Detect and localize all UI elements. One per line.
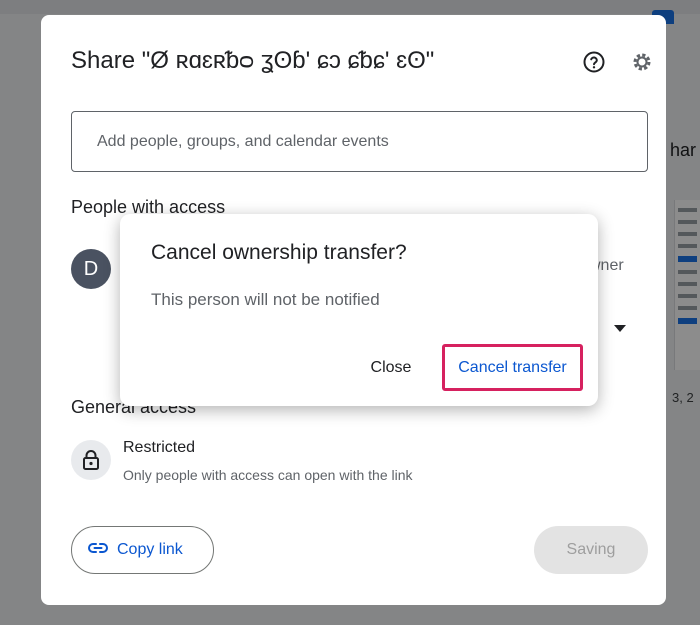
link-icon	[88, 541, 108, 559]
cancel-transfer-button[interactable]: Cancel transfer	[442, 344, 583, 391]
avatar: D	[71, 249, 111, 289]
help-icon[interactable]	[582, 50, 606, 74]
lock-icon	[71, 440, 111, 480]
modal-title: Cancel ownership transfer?	[151, 241, 407, 264]
access-level-label[interactable]: Restricted	[123, 439, 195, 457]
copy-link-label: Copy link	[117, 541, 183, 558]
cancel-transfer-modal: Cancel ownership transfer? This person w…	[120, 214, 598, 406]
saving-button: Saving	[534, 526, 648, 574]
close-button[interactable]: Close	[354, 350, 428, 386]
share-dialog-title: Share "Ø ʀɑɛʀᵬᴑ ʓʘɓ' ɕɔ ɕᵬɕ' ɛʘ"	[71, 47, 435, 74]
copy-link-button[interactable]: Copy link	[71, 526, 214, 574]
add-people-input[interactable]: Add people, groups, and calendar events	[71, 111, 648, 172]
chevron-down-icon[interactable]	[614, 325, 626, 332]
modal-body: This person will not be notified	[151, 290, 380, 309]
access-description: Only people with access can open with th…	[123, 467, 413, 483]
gear-icon[interactable]	[630, 50, 654, 74]
